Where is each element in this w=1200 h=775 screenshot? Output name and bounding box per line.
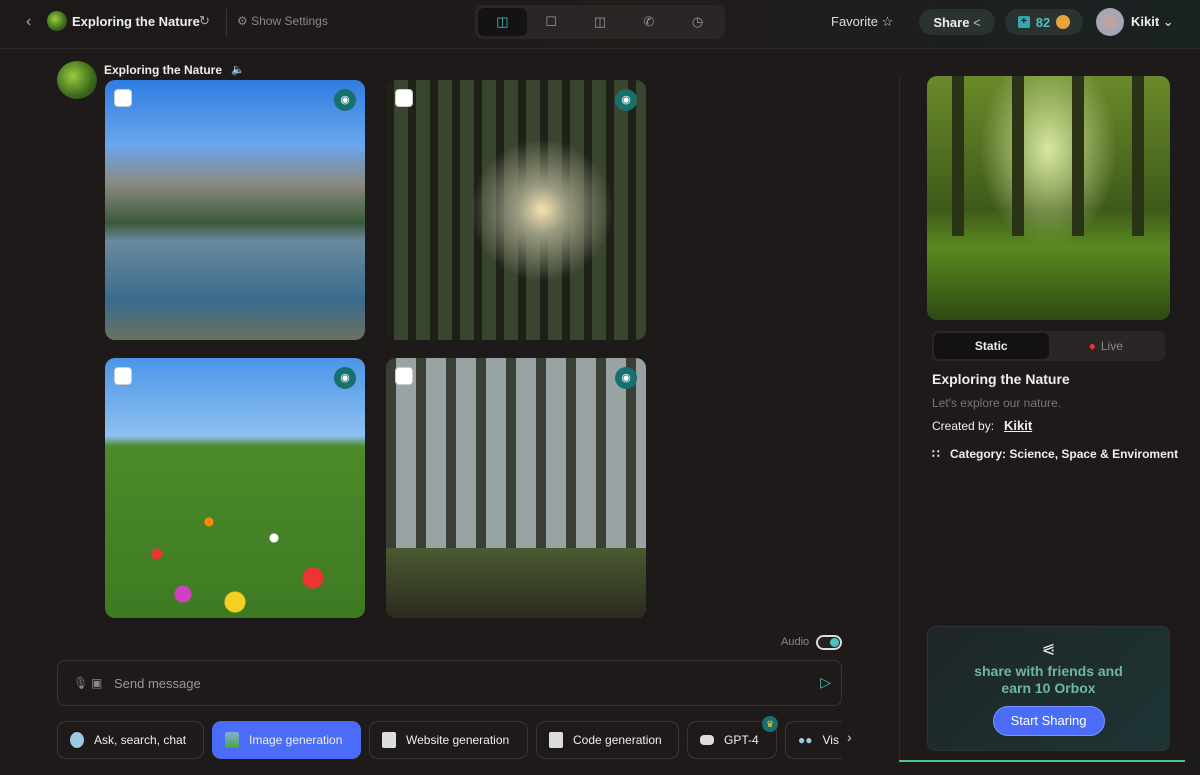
share-card: ⪗ share with friends and earn 10 Orbox St… — [927, 626, 1170, 751]
gpt-icon — [700, 735, 714, 745]
document-icon — [382, 732, 396, 748]
forest-floor — [386, 548, 646, 618]
panel-divider — [899, 75, 900, 765]
star-icon: ☆ — [881, 14, 894, 29]
send-icon[interactable]: ▷ — [820, 674, 831, 691]
eye-icon[interactable]: ◉ — [615, 89, 637, 111]
generated-image-wildflower-meadow[interactable]: ◉ — [105, 358, 365, 618]
view-toolbar: ◫ ☐ ◫ ✆ ◷ — [475, 5, 725, 39]
share-icon: < — [973, 14, 981, 30]
panel-description: Let's explore our nature. — [932, 396, 1062, 410]
select-checkbox[interactable] — [114, 367, 132, 385]
share-card-line1: share with friends and — [974, 663, 1123, 679]
show-settings-label: Show Settings — [251, 14, 328, 28]
chevron-down-icon: ⌄ — [1162, 14, 1174, 29]
tab-live[interactable]: ● Live — [1049, 333, 1164, 359]
favorite-button[interactable]: Favorite ☆ — [831, 14, 893, 30]
tab-live-label: Live — [1100, 339, 1123, 353]
select-checkbox[interactable] — [395, 89, 413, 107]
chip-label: Website generation — [406, 733, 510, 747]
glasses-icon: ●● — [798, 733, 813, 747]
bot-cover-image — [927, 76, 1170, 320]
share-label: Share — [933, 14, 970, 30]
crown-icon: ♛ — [762, 716, 778, 732]
plus-icon: + — [1017, 16, 1030, 28]
eye-icon[interactable]: ◉ — [334, 89, 356, 111]
share-card-text: share with friends and earn 10 Orbox — [928, 663, 1169, 697]
share-icon: ⪗ — [1041, 641, 1056, 658]
live-dot-icon: ● — [1088, 339, 1096, 353]
share-card-line2: earn 10 Orbox — [1001, 680, 1096, 696]
show-settings-button[interactable]: ⚙ Show Settings — [237, 14, 328, 28]
select-checkbox[interactable] — [114, 89, 132, 107]
chip-label: Ask, search, chat — [94, 733, 187, 747]
gear-icon: ⚙ — [237, 14, 248, 28]
created-by-label: Created by: — [932, 419, 995, 433]
generated-image-sunlit-forest[interactable]: ◉ — [386, 80, 646, 340]
category-text: Category: Science, Space & Enviroment — [950, 447, 1179, 461]
split-view-icon[interactable]: ◫ — [478, 8, 527, 36]
generated-image-misty-forest[interactable]: ◉ — [386, 358, 646, 618]
toggle-knob — [830, 638, 839, 647]
chip-ask-search-chat[interactable]: Ask, search, chat — [57, 721, 204, 759]
mode-tabs: Static ● Live — [932, 331, 1165, 361]
coin-icon — [1056, 15, 1071, 29]
username: Kikit — [1131, 14, 1160, 29]
page-title: Exploring the Nature — [72, 14, 200, 29]
eye-icon[interactable]: ◉ — [334, 367, 356, 389]
back-icon[interactable]: ‹ — [26, 13, 31, 31]
image-upload-icon[interactable]: ▣ — [91, 676, 102, 690]
document-icon — [549, 732, 563, 748]
bot-thumbnail — [47, 11, 67, 31]
chip-vision[interactable]: ●● Vis — [785, 721, 842, 759]
start-sharing-button[interactable]: Start Sharing — [992, 706, 1105, 736]
credits-badge[interactable]: +82 — [1005, 9, 1083, 35]
refresh-icon[interactable]: ↻ — [199, 13, 210, 29]
message-placeholder[interactable]: Send message — [114, 676, 201, 691]
category-icon: ∷ — [932, 447, 940, 461]
select-checkbox[interactable] — [395, 367, 413, 385]
message-input-box[interactable]: 🎙 ▣ Send message ▷ — [57, 660, 842, 706]
chat-bot-icon — [70, 732, 84, 748]
chip-label: GPT-4 — [724, 733, 759, 747]
eye-icon[interactable]: ◉ — [615, 367, 637, 389]
share-button[interactable]: Share < — [919, 9, 995, 35]
credits-count: 82 — [1035, 14, 1051, 30]
image-icon — [225, 732, 239, 748]
phone-icon[interactable]: ✆ — [624, 8, 673, 36]
bot-avatar — [57, 61, 97, 99]
user-menu[interactable]: Kikit ⌄ — [1131, 14, 1174, 30]
trees — [927, 76, 1170, 236]
tab-static[interactable]: Static — [934, 333, 1049, 359]
chat-icon[interactable]: ☐ — [527, 8, 576, 36]
flowers — [105, 458, 365, 618]
chip-label: Vis — [822, 733, 839, 747]
favorite-label: Favorite — [831, 14, 878, 29]
progress-bar — [899, 760, 1185, 762]
chip-gpt-4[interactable]: GPT-4 ♛ — [687, 716, 778, 759]
avatar[interactable] — [1096, 8, 1124, 36]
generated-image-mountain-lake[interactable]: ◉ — [105, 80, 365, 340]
chevron-right-icon[interactable]: › — [847, 729, 852, 745]
history-icon[interactable]: ◷ — [673, 8, 722, 36]
chip-image-generation[interactable]: Image generation — [212, 721, 361, 759]
microphone-icon[interactable]: 🎙 — [73, 676, 88, 690]
speaker-icon[interactable]: 🔈 — [231, 63, 245, 76]
divider — [226, 9, 227, 37]
chip-website-generation[interactable]: Website generation — [369, 721, 528, 759]
creator-link[interactable]: Kikit — [1004, 418, 1032, 433]
chip-code-generation[interactable]: Code generation — [536, 721, 679, 759]
sidebar-icon[interactable]: ◫ — [576, 8, 625, 36]
chip-label: Code generation — [573, 733, 662, 747]
chip-label: Image generation — [249, 733, 343, 747]
audio-toggle[interactable] — [816, 635, 842, 650]
bot-name: Exploring the Nature — [104, 63, 223, 77]
audio-label: Audio — [781, 636, 810, 648]
panel-title: Exploring the Nature — [932, 371, 1070, 387]
